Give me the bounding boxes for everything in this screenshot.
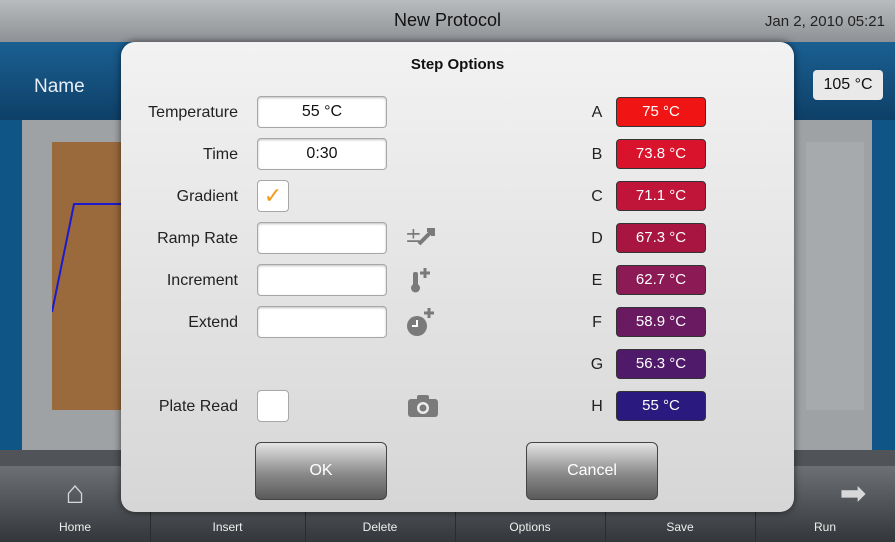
step-options-dialog: Step Options Temperature Time Gradient R… [121, 42, 794, 512]
row-temp-d: 67.3 °C [616, 223, 706, 253]
row-label-c: C [591, 188, 603, 205]
row-label-a: A [591, 104, 603, 121]
plate-read-checkbox[interactable] [257, 390, 289, 422]
ok-button[interactable]: OK [255, 442, 387, 500]
title-bar: New Protocol Jan 2, 2010 05:21 [0, 0, 895, 42]
datetime-display: Jan 2, 2010 05:21 [764, 13, 885, 30]
thermometer-plus-icon [407, 264, 437, 301]
dialog-title: Step Options [410, 56, 505, 73]
row-label-e: E [591, 272, 603, 289]
nav-label: Run [813, 520, 836, 534]
gradient-label: Gradient [176, 188, 238, 205]
nav-label: Save [666, 520, 694, 534]
temperature-input[interactable]: 55 °C [257, 96, 387, 128]
run-icon: ➡ [839, 475, 867, 511]
nav-label: Options [509, 520, 551, 534]
temperature-label: Temperature [148, 104, 238, 121]
extend-label: Extend [188, 314, 238, 331]
row-temp-b: 73.8 °C [616, 139, 706, 169]
time-label: Time [203, 146, 238, 163]
extend-input[interactable] [257, 306, 387, 338]
plate-read-label: Plate Read [158, 398, 238, 415]
row-temp-h: 55 °C [616, 391, 706, 421]
name-label: Name [34, 76, 85, 97]
nav-label: Home [58, 520, 91, 534]
row-label-d: D [591, 230, 603, 247]
row-label-g: G [590, 356, 604, 373]
left-edge [0, 120, 22, 450]
nav-label: Insert [212, 520, 243, 534]
row-label-f: F [592, 314, 602, 331]
row-label-h: H [591, 398, 603, 415]
row-label-b: B [591, 146, 603, 163]
camera-icon [407, 394, 439, 425]
lid-temperature: 105 °C [813, 70, 883, 100]
row-temp-c: 71.1 °C [616, 181, 706, 211]
row-temp-a: 75 °C [616, 97, 706, 127]
right-edge [872, 120, 895, 450]
step-block-right [806, 142, 864, 410]
gradient-checkbox[interactable]: ✓ [257, 180, 289, 212]
increment-label: Increment [166, 272, 238, 289]
home-icon: ⌂ [65, 474, 85, 510]
row-temp-e: 62.7 °C [616, 265, 706, 295]
cancel-button[interactable]: Cancel [526, 442, 658, 500]
ramp-rate-icon: ± [405, 223, 437, 255]
time-input[interactable]: 0:30 [257, 138, 387, 170]
row-temp-g: 56.3 °C [616, 349, 706, 379]
window-title: New Protocol [393, 10, 502, 30]
ramp-rate-input[interactable] [257, 222, 387, 254]
ramp-rate-label: Ramp Rate [157, 230, 238, 247]
increment-input[interactable] [257, 264, 387, 296]
row-temp-f: 58.9 °C [616, 307, 706, 337]
nav-label: Delete [362, 520, 398, 534]
clock-plus-icon [405, 306, 437, 345]
